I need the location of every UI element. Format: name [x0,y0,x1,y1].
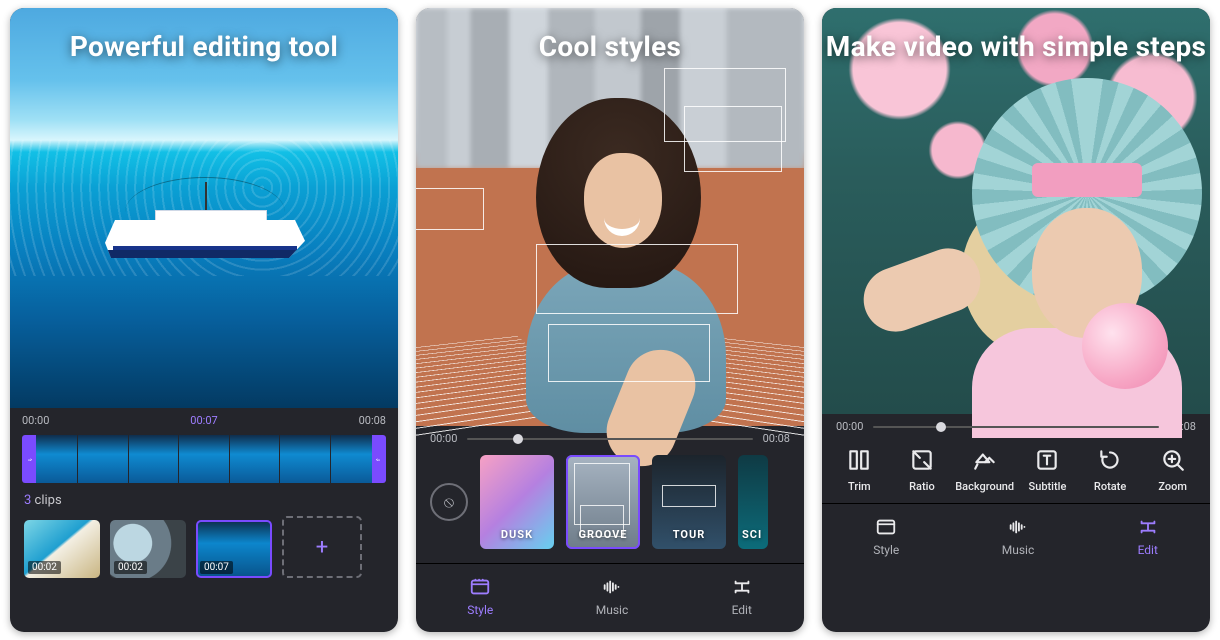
seek-track[interactable] [467,438,752,440]
none-icon: ⦸ [444,492,454,512]
tools-row: Trim Ratio Background Subtitle Rotate Zo… [822,439,1210,497]
clip-thumb-selected[interactable]: 00:07 [196,520,272,578]
background-icon [972,447,998,473]
style-card-groove-selected[interactable]: GROOVE [566,455,640,549]
tab-label: Edit [1138,543,1158,557]
edit-icon [731,576,753,598]
tool-zoom[interactable]: Zoom [1143,447,1202,493]
rotate-icon [1097,447,1123,473]
trim-handle-left[interactable]: ⇔ [22,435,36,483]
clip-thumb[interactable]: 00:02 [24,520,100,578]
tool-label: Background [955,480,1014,493]
music-icon [1007,516,1029,538]
tool-label: Subtitle [1029,480,1067,493]
clip-duration: 00:02 [28,561,61,574]
tab-label: Music [1002,543,1034,557]
subtitle-icon [1034,447,1060,473]
tab-label: Style [467,603,493,617]
style-label: SCI [742,528,762,541]
clips-count: 3 [24,493,31,508]
trim-strip[interactable]: ⇔ ⇔ [22,435,386,483]
music-icon [601,576,623,598]
tool-rotate[interactable]: Rotate [1081,447,1140,493]
bottom-tabs: Style Music Edit [822,503,1210,568]
tab-music[interactable]: Music [1002,516,1034,557]
tab-label: Edit [732,603,752,617]
trim-icon [846,447,872,473]
tab-label: Music [596,603,628,617]
seek-handle[interactable] [936,422,946,432]
ratio-icon [909,447,935,473]
tool-background[interactable]: Background [955,447,1014,493]
bottom-tabs: Style Music Edit [416,563,804,628]
phone-editing: Powerful editing tool 00:00 00:07 00:08 … [10,8,398,632]
add-clip-button[interactable]: + [282,516,362,578]
clip-thumb[interactable]: 00:02 [110,520,186,578]
tool-label: Zoom [1158,480,1187,493]
tab-label: Style [873,543,899,557]
tab-edit[interactable]: Edit [1137,516,1159,557]
overlay-frame [548,324,710,382]
hero-title: Powerful editing tool [10,30,398,63]
styles-row: ⦸ DUSK GROOVE TOUR SCI [416,451,804,557]
hero-title: Cool styles [416,30,804,63]
edit-icon [1137,516,1159,538]
clip-duration: 00:02 [114,561,147,574]
style-card-sci[interactable]: SCI [738,455,768,549]
zoom-icon [1160,447,1186,473]
style-label: TOUR [673,528,706,541]
time-start: 00:00 [22,414,49,427]
tool-label: Ratio [909,480,935,493]
tab-music[interactable]: Music [596,576,628,617]
overlay-frame [536,244,738,314]
phone-edit-tools: Make video with simple steps 00:00 00:08… [822,8,1210,632]
style-card-tour[interactable]: TOUR [652,455,726,549]
style-icon [469,576,491,598]
hero-title: Make video with simple steps [822,30,1210,63]
no-style-button[interactable]: ⦸ [430,483,468,521]
preview-image[interactable] [10,8,398,408]
overlay-frame [684,106,782,172]
style-label: GROOVE [579,528,628,541]
time-end: 00:08 [359,414,386,427]
boat-illustration [105,198,315,268]
phone-styles: Cool styles 00:00 00:08 ⦸ DUSK GROOVE [416,8,804,632]
style-icon [875,516,897,538]
clips-word: clips [35,493,62,508]
time-row: 00:00 00:07 00:08 [10,408,398,433]
clip-duration: 00:07 [200,561,233,574]
style-card-dusk[interactable]: DUSK [480,455,554,549]
tool-subtitle[interactable]: Subtitle [1018,447,1077,493]
hero: Make video with simple steps [822,8,1210,414]
time-current: 00:07 [190,414,217,427]
clips-label: 3 clips [10,493,398,516]
style-label: DUSK [501,528,533,541]
overlay-frame [416,188,484,230]
tab-style[interactable]: Style [873,516,899,557]
tool-trim[interactable]: Trim [830,447,889,493]
gallery: Powerful editing tool 00:00 00:07 00:08 … [0,0,1220,640]
clips-row: 00:02 00:02 00:07 + [10,516,398,590]
preview-image[interactable] [416,8,804,426]
seek-track[interactable] [873,426,1158,428]
time-start: 00:00 [836,420,863,433]
tool-ratio[interactable]: Ratio [893,447,952,493]
preview-image[interactable] [822,8,1210,414]
seek-handle[interactable] [513,434,523,444]
plus-icon: + [316,535,328,560]
tool-label: Trim [848,480,871,493]
tab-style[interactable]: Style [467,576,493,617]
hero: Cool styles [416,8,804,426]
tool-label: Rotate [1094,480,1126,493]
tab-edit[interactable]: Edit [731,576,753,617]
hero: Powerful editing tool [10,8,398,408]
trim-handle-right[interactable]: ⇔ [372,435,386,483]
